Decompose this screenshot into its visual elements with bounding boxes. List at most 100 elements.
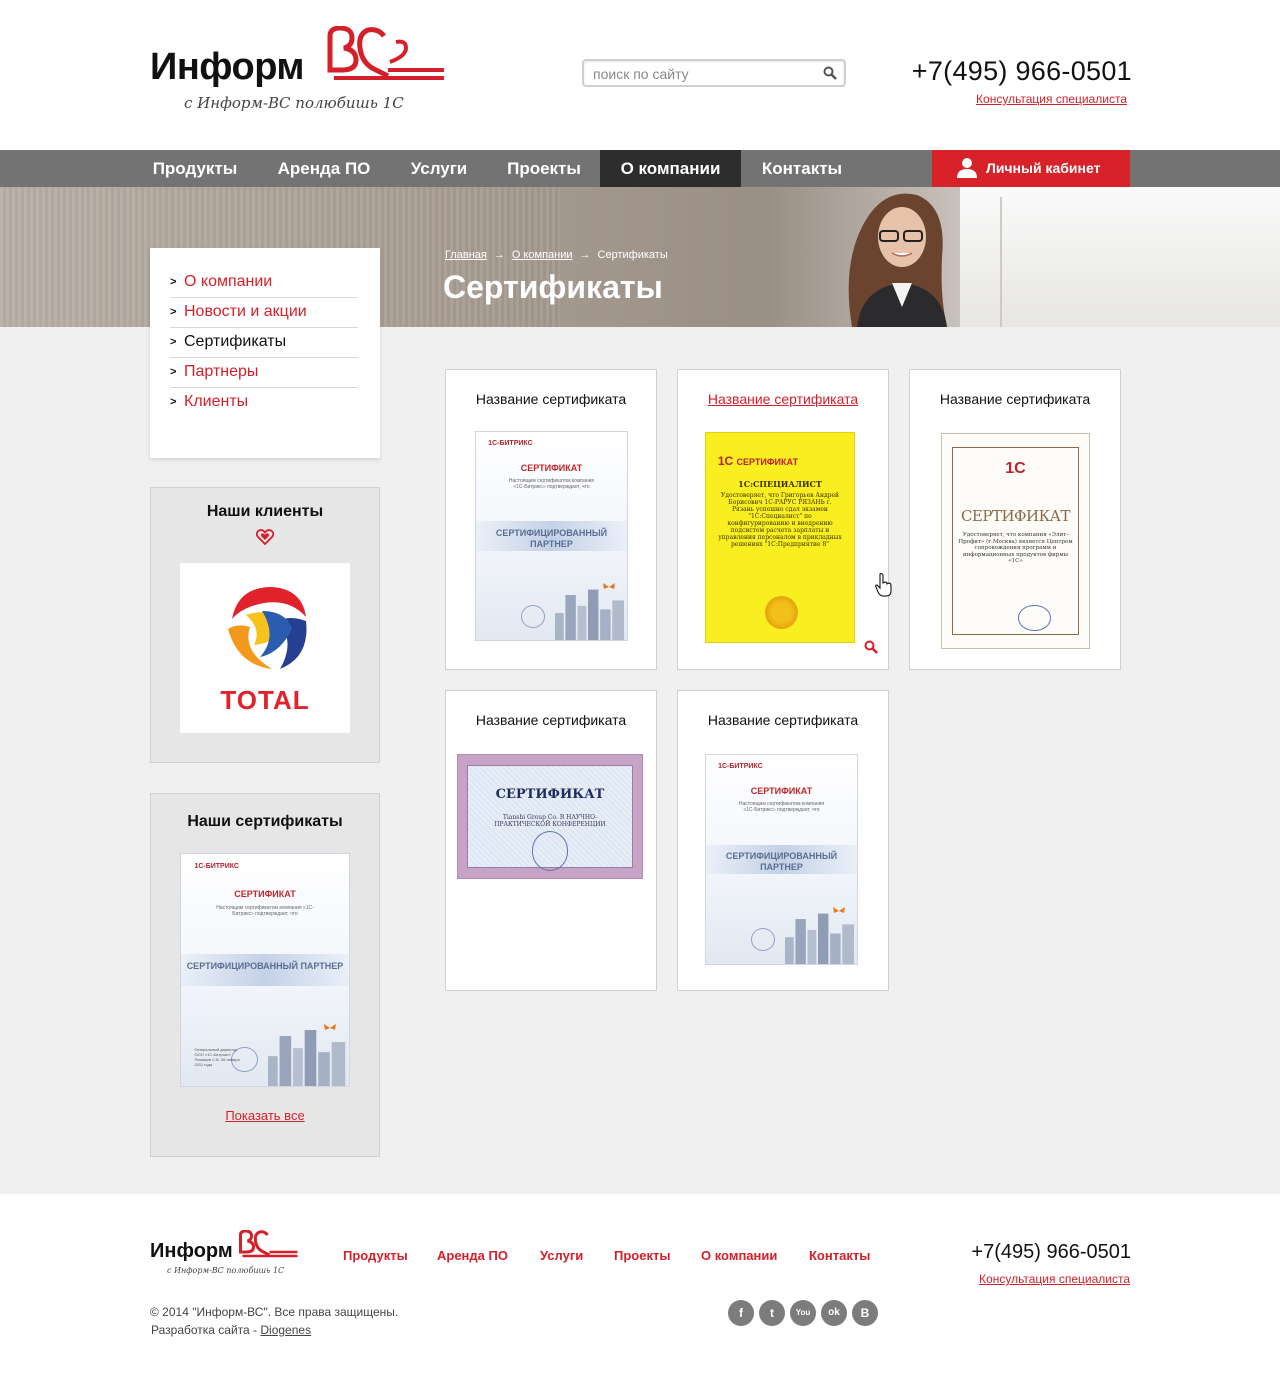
side-menu: > О компании > Новости и акции > Сертифи… bbox=[150, 248, 380, 458]
certificate-card-hovered[interactable]: Название сертификата 1С СЕРТИФИКАТ 1С:СП… bbox=[677, 369, 889, 670]
certificate-image[interactable]: 1С-БИТРИКС СЕРТИФИКАТ Настоящим сертифик… bbox=[475, 431, 628, 641]
cert-brand: 1С-БИТРИКС bbox=[194, 863, 239, 871]
search-box bbox=[582, 59, 846, 87]
main-nav: Продукты Аренда ПО Услуги Проекты О комп… bbox=[0, 150, 1280, 187]
search-input[interactable] bbox=[593, 65, 813, 83]
certificate-card[interactable]: Название сертификата 1С-БИТРИКС СЕРТИФИК… bbox=[677, 690, 889, 991]
side-item-about[interactable]: > О компании bbox=[170, 268, 358, 298]
cert-brand: 1С bbox=[717, 453, 734, 468]
side-item-label: Партнеры bbox=[184, 363, 259, 380]
breadcrumb-about[interactable]: О компании bbox=[512, 249, 573, 261]
chevron-right-icon: > bbox=[170, 396, 177, 408]
cert-seal-icon bbox=[531, 831, 569, 871]
nav-item-projects[interactable]: Проекты bbox=[504, 150, 584, 187]
certificate-title[interactable]: Название сертификата bbox=[678, 391, 888, 407]
footer-consult-link[interactable]: Консультация специалиста bbox=[920, 1272, 1130, 1286]
footer-logo[interactable]: Информ с Информ-ВС полюбишь 1С bbox=[150, 1230, 302, 1282]
header-phone: +7(495) 966-0501 bbox=[911, 56, 1132, 86]
developer-link[interactable]: Diogenes bbox=[260, 1323, 311, 1337]
certs-box: Наши сертификаты 1С-БИТРИКС СЕРТИФИКАТ Н… bbox=[150, 793, 380, 1157]
cert-spec: 1С:СПЕЦИАЛИСТ bbox=[738, 478, 822, 489]
certificate-image[interactable]: СЕРТИФИКАТ Tianshi Group Co. В НАУЧНО-ПР… bbox=[457, 754, 643, 879]
city-skyline-icon bbox=[784, 913, 854, 964]
clients-box: Наши клиенты TOTAL bbox=[150, 487, 380, 763]
youtube-icon[interactable]: You bbox=[790, 1300, 816, 1326]
nav-item-products[interactable]: Продукты bbox=[150, 150, 240, 187]
vkontakte-icon[interactable]: B bbox=[852, 1300, 878, 1326]
client-logo-total[interactable]: TOTAL bbox=[180, 563, 350, 733]
footer-nav-products[interactable]: Продукты bbox=[343, 1248, 408, 1263]
certificate-title[interactable]: Название сертификата bbox=[446, 712, 656, 728]
total-logo-icon bbox=[224, 585, 308, 669]
certificate-image[interactable]: 1С-БИТРИКС СЕРТИФИКАТ Настоящим сертифик… bbox=[705, 754, 858, 965]
city-skyline-icon bbox=[554, 589, 624, 640]
cert-title: СЕРТИФИКАТ bbox=[736, 456, 799, 467]
cert-heading: СЕРТИФИКАТ bbox=[750, 786, 813, 797]
nav-item-services[interactable]: Услуги bbox=[407, 150, 471, 187]
breadcrumb-current: Сертификаты bbox=[597, 249, 668, 261]
logo-mark-icon bbox=[239, 1230, 298, 1258]
search-icon[interactable] bbox=[823, 66, 837, 80]
cabinet-label: Личный кабинет bbox=[986, 160, 1101, 176]
page-title: Сертификаты bbox=[443, 269, 663, 305]
footer-nav-about[interactable]: О компании bbox=[701, 1248, 777, 1263]
certificate-title[interactable]: Название сертификата bbox=[678, 712, 888, 728]
certificate-title[interactable]: Название сертификата bbox=[910, 391, 1120, 407]
developer-credit: Разработка сайта - Diogenes bbox=[151, 1323, 311, 1337]
client-logo-text: TOTAL bbox=[220, 685, 310, 715]
side-item-label: Сертификаты bbox=[184, 333, 287, 350]
side-item-news[interactable]: > Новости и акции bbox=[170, 298, 358, 328]
cert-seal-icon bbox=[765, 596, 798, 630]
odnoklassniki-icon[interactable]: ok bbox=[821, 1300, 847, 1326]
footer-nav-projects[interactable]: Проекты bbox=[614, 1248, 670, 1263]
certificate-title[interactable]: Название сертификата bbox=[446, 391, 656, 407]
logo-mark-icon bbox=[327, 26, 444, 80]
side-item-label: О компании bbox=[184, 273, 273, 290]
site-footer: Информ с Информ-ВС полюбишь 1С Продукты … bbox=[0, 1194, 1280, 1393]
twitter-icon[interactable]: t bbox=[759, 1300, 785, 1326]
hero-window bbox=[960, 187, 1280, 327]
cert-text: Настоящим сертификатом компания «1С-Битр… bbox=[738, 800, 825, 813]
cert-seal-icon bbox=[521, 604, 546, 628]
cabinet-button[interactable]: Личный кабинет bbox=[932, 150, 1130, 187]
breadcrumb-home[interactable]: Главная bbox=[445, 249, 487, 261]
hero-person-image bbox=[848, 193, 947, 327]
clients-box-title: Наши клиенты bbox=[206, 503, 324, 520]
user-icon bbox=[957, 158, 977, 178]
breadcrumb: Главная → О компании → Сертификаты bbox=[445, 249, 668, 261]
cert-heading: 1С СЕРТИФИКАТ bbox=[718, 454, 798, 468]
footer-nav-rent[interactable]: Аренда ПО bbox=[437, 1248, 508, 1263]
certificate-card[interactable]: Название сертификата 1С-БИТРИКС СЕРТИФИК… bbox=[445, 369, 657, 670]
certificate-card[interactable]: Название сертификата 1С СЕРТИФИКАТ Удост… bbox=[909, 369, 1121, 670]
nav-item-about[interactable]: О компании bbox=[600, 150, 741, 187]
zoom-icon[interactable] bbox=[864, 640, 878, 654]
cert-text: Удостоверяет, что компания «Элит-Профит»… bbox=[958, 532, 1073, 565]
site-logo[interactable]: Информ с Информ-ВС полюбишь 1С bbox=[150, 26, 450, 118]
cert-text: Настоящим сертификатом компания «1С-Битр… bbox=[508, 477, 595, 490]
cert-heading: СЕРТИФИКАТ bbox=[234, 888, 296, 899]
nav-item-contacts[interactable]: Контакты bbox=[759, 150, 845, 187]
side-item-certificates[interactable]: > Сертификаты bbox=[170, 328, 358, 358]
breadcrumb-arrow-icon: → bbox=[493, 249, 505, 261]
side-item-clients[interactable]: > Клиенты bbox=[170, 388, 358, 418]
certificate-image[interactable]: 1С СЕРТИФИКАТ Удостоверяет, что компания… bbox=[941, 433, 1090, 649]
cert-heading: СЕРТИФИКАТ bbox=[960, 506, 1071, 525]
cert-partner-text: СЕРТИФИЦИРОВАННЫЙ ПАРТНЕР bbox=[725, 851, 838, 873]
cert-heading: СЕРТИФИКАТ bbox=[495, 786, 605, 802]
cert-brand: 1С-БИТРИКС bbox=[488, 440, 533, 448]
facebook-icon[interactable]: f bbox=[728, 1300, 754, 1326]
nav-item-rent[interactable]: Аренда ПО bbox=[274, 150, 374, 187]
cert-brand: 1С bbox=[1005, 459, 1026, 477]
chevron-right-icon: > bbox=[170, 336, 177, 348]
sidebar-certificate-thumbnail[interactable]: 1С-БИТРИКС СЕРТИФИКАТ Настоящим сертифик… bbox=[180, 853, 350, 1087]
footer-nav-contacts[interactable]: Контакты bbox=[809, 1248, 870, 1263]
show-all-link[interactable]: Показать все bbox=[151, 1108, 379, 1123]
side-item-label: Новости и акции bbox=[184, 303, 307, 320]
certs-box-title: Наши сертификаты bbox=[187, 813, 343, 830]
side-item-partners[interactable]: > Партнеры bbox=[170, 358, 358, 388]
cert-text: Tianshi Group Co. В НАУЧНО-ПРАКТИЧЕСКОЙ … bbox=[494, 814, 606, 829]
consult-link[interactable]: Консультация специалиста bbox=[930, 92, 1127, 106]
certificate-image[interactable]: 1С СЕРТИФИКАТ 1С:СПЕЦИАЛИСТ Удостоверяет… bbox=[705, 432, 855, 643]
certificate-card[interactable]: Название сертификата СЕРТИФИКАТ Tianshi … bbox=[445, 690, 657, 991]
footer-nav-services[interactable]: Услуги bbox=[540, 1248, 583, 1263]
